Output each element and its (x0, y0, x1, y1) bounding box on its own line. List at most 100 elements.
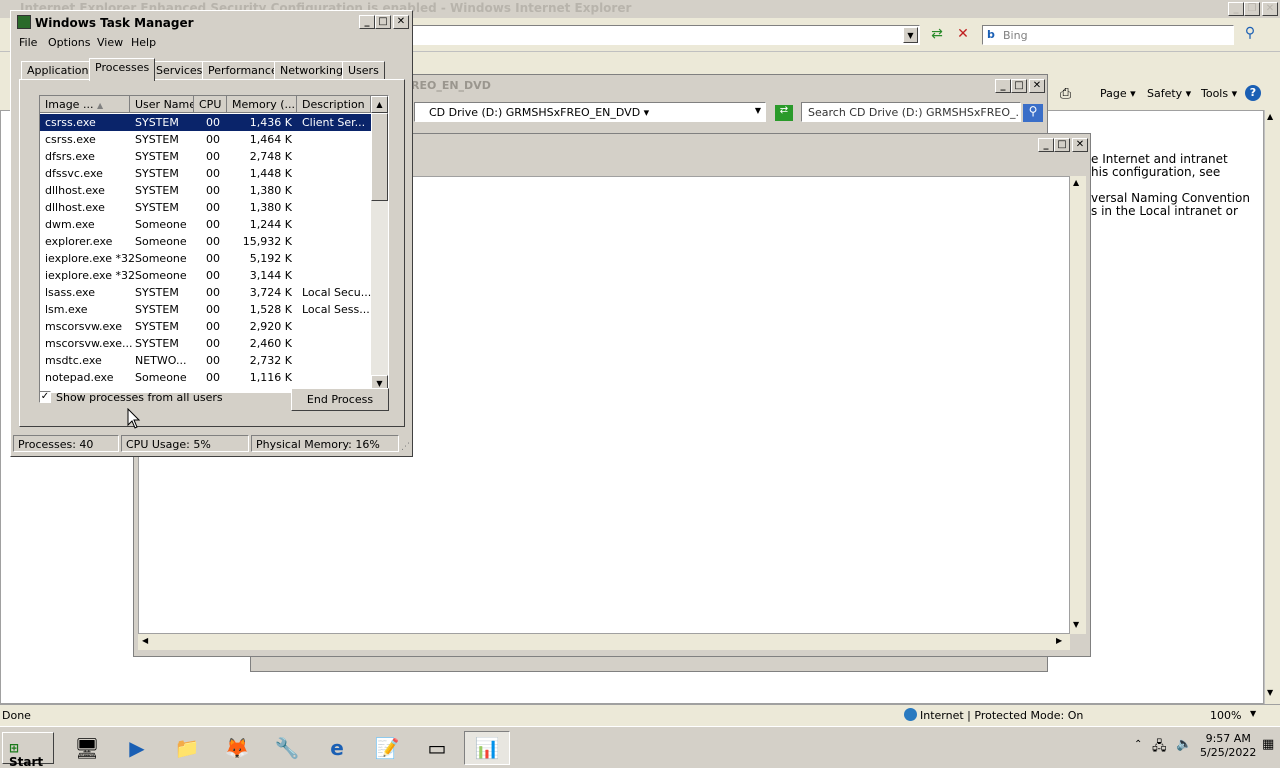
tools-icon[interactable]: 🔧 (264, 731, 310, 765)
tab-networking[interactable]: Networking (274, 61, 349, 80)
process-row[interactable]: dllhost.exe SYSTEM 00 1,380 K (40, 199, 371, 216)
dialog-maximize-button[interactable]: □ (1054, 138, 1070, 152)
start-button[interactable]: ⊞ Start (2, 732, 54, 769)
scroll-thumb[interactable] (371, 113, 388, 201)
tm-close-button[interactable]: ✕ (393, 15, 409, 29)
show-hidden-icons-icon[interactable]: ⌃ (1134, 739, 1142, 750)
tab-users[interactable]: Users (342, 61, 385, 80)
tab-performance[interactable]: Performance (202, 61, 284, 80)
tab-processes[interactable]: Processes (89, 58, 156, 81)
zoom-dropdown-icon[interactable]: ▼ (1250, 709, 1256, 718)
folder-icon[interactable]: 📁 (164, 731, 210, 765)
column-memory[interactable]: Memory (... (227, 96, 297, 113)
explorer-minimize-button[interactable]: _ (995, 79, 1011, 93)
process-row[interactable]: csrss.exe SYSTEM 00 1,436 K Client Ser... (40, 114, 371, 131)
ie-minimize-button[interactable]: _ (1228, 2, 1244, 16)
ie-close-button[interactable]: ✕ (1262, 2, 1278, 16)
column-cpu[interactable]: CPU (194, 96, 227, 113)
process-row[interactable]: msdtc.exe NETWO... 00 2,732 K (40, 352, 371, 369)
blank-window-icon[interactable]: ▭ (414, 731, 460, 765)
safety-menu[interactable]: Safety ▾ (1147, 87, 1191, 100)
process-row[interactable]: notepad.exe Someone 00 1,116 K (40, 369, 371, 386)
volume-icon[interactable]: 🔈 (1176, 737, 1192, 752)
scroll-up-icon[interactable]: ▲ (1073, 178, 1079, 187)
menu-options[interactable]: Options (48, 36, 90, 49)
start-label: Start (9, 755, 44, 769)
tab-services[interactable]: Services (150, 61, 209, 80)
firefox-icon[interactable]: 🦊 (214, 731, 260, 765)
process-list[interactable]: Image ... ▲ User Name CPU Memory (... De… (39, 95, 389, 393)
column-description[interactable]: Description (297, 96, 371, 113)
scroll-down-icon[interactable]: ▼ (1073, 620, 1079, 629)
zoom-level[interactable]: 100% (1210, 709, 1241, 722)
clock-date: 5/25/2022 (1200, 746, 1257, 759)
explorer-search-icon[interactable]: ⚲ (1023, 104, 1043, 122)
stop-icon[interactable]: ✕ (954, 26, 972, 44)
process-row[interactable]: dllhost.exe SYSTEM 00 1,380 K (40, 182, 371, 199)
menu-file[interactable]: File (19, 36, 37, 49)
column-image-name[interactable]: Image ... ▲ (40, 96, 130, 113)
tools-menu[interactable]: Tools ▾ (1201, 87, 1237, 100)
task-manager-taskbar-icon[interactable]: 📊 (464, 731, 510, 765)
column-label: Description (302, 98, 365, 111)
explorer-search-input[interactable]: Search CD Drive (D:) GRMSHSxFREO_... (801, 102, 1021, 122)
explorer-close-button[interactable]: ✕ (1029, 79, 1045, 93)
process-row[interactable]: dfssvc.exe SYSTEM 00 1,448 K (40, 165, 371, 182)
process-row[interactable]: lsm.exe SYSTEM 00 1,528 K Local Sess... (40, 301, 371, 318)
help-icon[interactable]: ? (1245, 85, 1261, 101)
ie-address-field[interactable]: ▼ (410, 25, 920, 45)
process-cell-image: dllhost.exe (45, 184, 105, 197)
scroll-up-icon[interactable]: ▲ (371, 96, 388, 113)
process-row[interactable]: mscorsvw.exe SYSTEM 00 2,920 K (40, 318, 371, 335)
scroll-down-icon[interactable]: ▼ (1267, 688, 1273, 697)
internet-explorer-icon[interactable]: e (314, 731, 360, 765)
dialog-vertical-scrollbar[interactable]: ▲ ▼ (1070, 176, 1086, 634)
process-row[interactable]: mscorsvw.exe... SYSTEM 00 2,460 K (40, 335, 371, 352)
process-row[interactable]: dwm.exe Someone 00 1,244 K (40, 216, 371, 233)
menu-help[interactable]: Help (131, 36, 156, 49)
process-row[interactable]: dfsrs.exe SYSTEM 00 2,748 K (40, 148, 371, 165)
notepad-icon[interactable]: 📝 (364, 731, 410, 765)
scroll-right-icon[interactable]: ▶ (1056, 636, 1062, 645)
explorer-refresh-icon[interactable]: ⇄ (775, 105, 793, 121)
process-row[interactable]: iexplore.exe *32 Someone 00 5,192 K (40, 250, 371, 267)
tm-minimize-button[interactable]: _ (359, 15, 375, 29)
tm-maximize-button[interactable]: □ (375, 15, 391, 29)
process-row[interactable]: iexplore.exe *32 Someone 00 3,144 K (40, 267, 371, 284)
explorer-address-field[interactable]: CD Drive (D:) GRMSHSxFREO_EN_DVD ▾ ▼ (414, 102, 766, 122)
process-cell-mem: 1,528 K (249, 303, 292, 316)
ie-vertical-scrollbar[interactable]: ▲ ▼ (1264, 110, 1280, 704)
process-cell-user: NETWO... (135, 354, 187, 367)
explorer-maximize-button[interactable]: □ (1011, 79, 1027, 93)
process-list-scrollbar[interactable]: ▲ ▼ (371, 96, 388, 392)
clock[interactable]: 9:57 AM 5/25/2022 (1200, 732, 1256, 760)
task-manager-title-bar[interactable]: Windows Task Manager _ □ ✕ (13, 13, 410, 33)
menu-view[interactable]: View (97, 36, 123, 49)
scroll-up-icon[interactable]: ▲ (1267, 112, 1273, 121)
dialog-minimize-button[interactable]: _ (1038, 138, 1054, 152)
dialog-close-button[interactable]: ✕ (1072, 138, 1088, 152)
process-row[interactable]: csrss.exe SYSTEM 00 1,464 K (40, 131, 371, 148)
explorer-address-text: CD Drive (D:) GRMSHSxFREO_EN_DVD (429, 106, 641, 119)
scroll-left-icon[interactable]: ◀ (142, 636, 148, 645)
bing-search-input[interactable]: b Bing (982, 25, 1234, 45)
process-row[interactable]: explorer.exe Someone 00 15,932 K (40, 233, 371, 250)
powershell-icon[interactable]: ▶ (114, 731, 160, 765)
show-all-processes-label: Show processes from all users (56, 391, 223, 404)
dialog-horizontal-scrollbar[interactable]: ◀ ▶ (138, 634, 1070, 650)
show-all-processes-checkbox[interactable]: ✓ (39, 391, 51, 403)
address-dropdown-icon[interactable]: ▼ (903, 27, 918, 43)
process-row[interactable]: lsass.exe SYSTEM 00 3,724 K Local Secu... (40, 284, 371, 301)
search-icon[interactable]: ⚲ (1238, 25, 1262, 45)
show-desktop-icon[interactable]: ▦ (1262, 737, 1274, 752)
network-icon[interactable]: 🖧 (1152, 737, 1167, 759)
resize-grip-icon[interactable]: ⋰ (401, 442, 410, 452)
end-process-button[interactable]: End Process (291, 388, 389, 411)
ie-restore-button[interactable]: ❐ (1244, 2, 1260, 16)
column-user-name[interactable]: User Name (130, 96, 194, 113)
server-manager-icon[interactable]: 🖥 (64, 731, 110, 765)
chevron-down-icon[interactable]: ▼ (755, 106, 761, 115)
refresh-icon[interactable]: ⇄ (928, 26, 946, 44)
print-icon[interactable]: ⎙ (1060, 86, 1071, 102)
page-menu[interactable]: Page ▾ (1100, 87, 1136, 100)
